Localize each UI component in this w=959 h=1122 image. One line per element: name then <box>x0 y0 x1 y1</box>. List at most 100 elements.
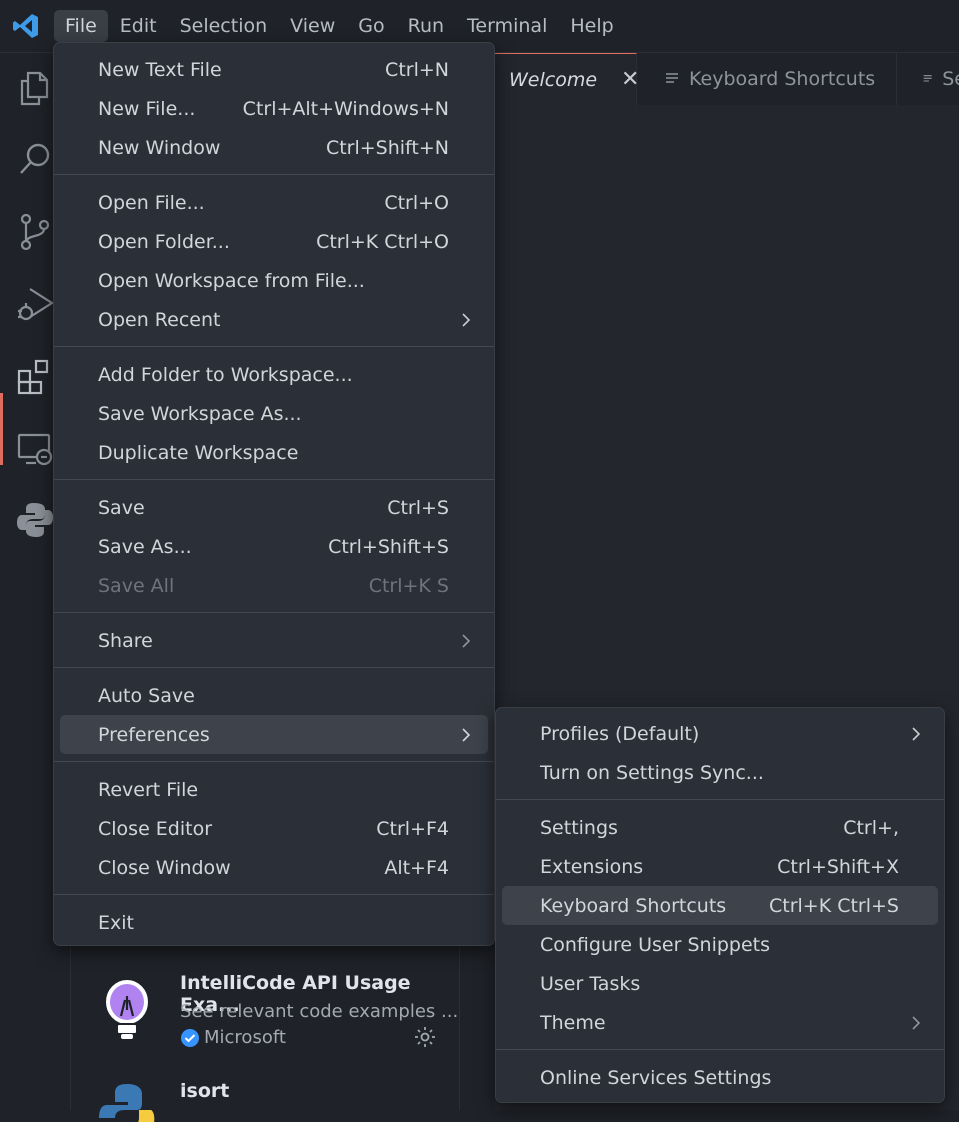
menu-run[interactable]: Run <box>397 10 455 42</box>
menu-item-label: Share <box>98 629 153 652</box>
menu-item-shortcut: Ctrl+O <box>384 191 449 214</box>
menu-item-label: Revert File <box>98 778 199 801</box>
tab-keyboard-shortcuts[interactable]: Keyboard Shortcuts <box>637 53 897 105</box>
extensions-icon[interactable] <box>14 357 56 399</box>
menu-item-preferences[interactable]: Preferences <box>60 715 488 754</box>
menu-item-open-file[interactable]: Open File... Ctrl+O <box>60 183 488 222</box>
menu-separator <box>54 174 494 175</box>
chevron-right-icon <box>462 727 471 742</box>
menu-item-label: User Tasks <box>540 972 641 995</box>
tab-label: Keyboard Shortcuts <box>689 68 876 90</box>
menu-item-settings-sync[interactable]: Turn on Settings Sync... <box>502 753 938 792</box>
chevron-right-icon <box>462 633 471 648</box>
gear-icon[interactable] <box>413 1025 437 1049</box>
menu-item-shortcut: Ctrl+N <box>385 58 449 81</box>
menu-item-label: New Window <box>98 136 221 159</box>
menu-item-revert-file[interactable]: Revert File <box>60 770 488 809</box>
menu-terminal[interactable]: Terminal <box>456 10 558 42</box>
remote-explorer-icon[interactable] <box>14 429 56 471</box>
menu-item-user-snippets[interactable]: Configure User Snippets <box>502 925 938 964</box>
menu-file[interactable]: File <box>54 10 108 42</box>
menu-selection[interactable]: Selection <box>169 10 279 42</box>
tab-label: Se <box>942 68 959 90</box>
python-icon[interactable] <box>14 499 56 541</box>
vscode-logo-icon[interactable] <box>12 12 40 40</box>
menu-item-shortcut: Ctrl+K S <box>368 574 449 597</box>
menu-item-shortcut: Ctrl+Shift+X <box>777 855 899 878</box>
chevron-right-icon <box>462 312 471 327</box>
menu-item-exit[interactable]: Exit <box>60 903 488 942</box>
menu-item-new-file[interactable]: New File... Ctrl+Alt+Windows+N <box>60 89 488 128</box>
menu-item-close-window[interactable]: Close Window Alt+F4 <box>60 848 488 887</box>
menu-item-label: Open File... <box>98 191 205 214</box>
menu-item-label: Add Folder to Workspace... <box>98 363 353 386</box>
menu-item-label: New Text File <box>98 58 222 81</box>
menu-item-keyboard-shortcuts[interactable]: Keyboard Shortcuts Ctrl+K Ctrl+S <box>502 886 938 925</box>
menu-edit[interactable]: Edit <box>109 10 168 42</box>
menu-item-label: Online Services Settings <box>540 1066 772 1089</box>
menu-item-label: Save As... <box>98 535 192 558</box>
menu-item-label: Settings <box>540 816 618 839</box>
source-control-icon[interactable] <box>14 211 56 253</box>
menu-separator <box>54 479 494 480</box>
menu-item-label: Keyboard Shortcuts <box>540 894 727 917</box>
menu-item-label: Auto Save <box>98 684 195 707</box>
chevron-right-icon <box>912 1015 921 1030</box>
menu-item-save-all: Save All Ctrl+K S <box>60 566 488 605</box>
menu-item-user-tasks[interactable]: User Tasks <box>502 964 938 1003</box>
menu-item-new-text-file[interactable]: New Text File Ctrl+N <box>60 50 488 89</box>
tab-settings[interactable]: Se <box>897 53 959 105</box>
publisher-name: Microsoft <box>204 1027 286 1048</box>
menu-item-label: Save Workspace As... <box>98 402 302 425</box>
menu-item-settings[interactable]: Settings Ctrl+, <box>502 808 938 847</box>
chevron-right-icon <box>912 726 921 741</box>
explorer-icon[interactable] <box>14 67 56 109</box>
menu-item-label: Configure User Snippets <box>540 933 771 956</box>
menu-item-shortcut: Alt+F4 <box>384 856 449 879</box>
menu-item-shortcut: Ctrl+, <box>843 816 899 839</box>
menu-item-online-services[interactable]: Online Services Settings <box>502 1058 938 1097</box>
menu-item-open-workspace[interactable]: Open Workspace from File... <box>60 261 488 300</box>
run-debug-icon[interactable] <box>14 283 56 325</box>
menu-item-label: Theme <box>540 1011 606 1034</box>
menu-item-extensions[interactable]: Extensions Ctrl+Shift+X <box>502 847 938 886</box>
menu-item-label: Open Folder... <box>98 230 230 253</box>
menu-item-close-editor[interactable]: Close Editor Ctrl+F4 <box>60 809 488 848</box>
menu-item-open-recent[interactable]: Open Recent <box>60 300 488 339</box>
extension-title[interactable]: isort <box>180 1080 229 1102</box>
menu-item-theme[interactable]: Theme <box>502 1003 938 1042</box>
menu-item-label: Exit <box>98 911 134 934</box>
lightbulb-icon <box>104 978 150 1039</box>
tab-welcome[interactable]: Welcome ✕ <box>487 53 639 105</box>
search-icon[interactable] <box>14 139 56 181</box>
menu-view[interactable]: View <box>279 10 346 42</box>
menu-separator <box>54 346 494 347</box>
menu-separator <box>496 799 944 800</box>
file-menu: New Text File Ctrl+N New File... Ctrl+Alt+… <box>53 42 495 946</box>
menu-item-label: Save <box>98 496 145 519</box>
menu-separator <box>54 612 494 613</box>
menu-item-new-window[interactable]: New Window Ctrl+Shift+N <box>60 128 488 167</box>
menu-help[interactable]: Help <box>559 10 624 42</box>
menu-item-save[interactable]: Save Ctrl+S <box>60 488 488 527</box>
editor-tabs: Welcome ✕ Keyboard Shortcuts Se <box>487 53 959 105</box>
menu-item-auto-save[interactable]: Auto Save <box>60 676 488 715</box>
active-indicator <box>0 393 3 465</box>
menu-item-add-folder[interactable]: Add Folder to Workspace... <box>60 355 488 394</box>
menu-item-open-folder[interactable]: Open Folder... Ctrl+K Ctrl+O <box>60 222 488 261</box>
menu-item-duplicate-workspace[interactable]: Duplicate Workspace <box>60 433 488 472</box>
menu-item-label: Duplicate Workspace <box>98 441 299 464</box>
extension-description: See relevant code examples ... <box>180 1001 459 1022</box>
menu-item-shortcut: Ctrl+K Ctrl+O <box>316 230 449 253</box>
menu-item-label: Open Workspace from File... <box>98 269 365 292</box>
menu-item-share[interactable]: Share <box>60 621 488 660</box>
menu-item-label: Profiles (Default) <box>540 722 700 745</box>
verified-badge-icon <box>181 1028 199 1047</box>
menu-go[interactable]: Go <box>347 10 395 42</box>
lines-icon <box>666 73 678 83</box>
menu-item-label: Close Editor <box>98 817 213 840</box>
menu-item-profiles[interactable]: Profiles (Default) <box>502 714 938 753</box>
menu-item-save-as[interactable]: Save As... Ctrl+Shift+S <box>60 527 488 566</box>
menu-item-save-workspace-as[interactable]: Save Workspace As... <box>60 394 488 433</box>
menu-item-shortcut: Ctrl+Shift+S <box>328 535 449 558</box>
